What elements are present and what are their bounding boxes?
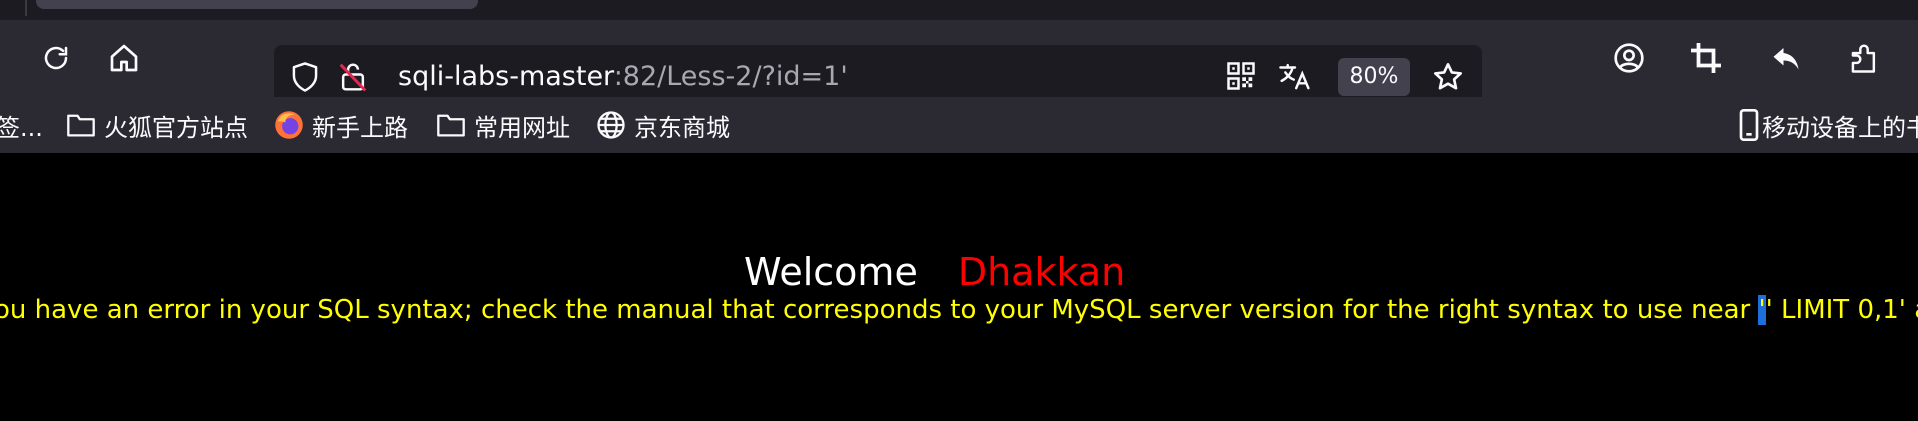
error-text-before: ou have an error in your SQL syntax; che…: [0, 295, 1759, 325]
sql-error-message: ou have an error in your SQL syntax; che…: [0, 295, 1918, 325]
url-path: :82/Less-2/?id=1': [613, 61, 848, 92]
welcome-heading: Welcome Dhakkan: [744, 250, 1125, 294]
page-content: Welcome Dhakkan ou have an error in your …: [0, 153, 1918, 421]
bookmark-item-mobile[interactable]: 移动设备上的书: [1738, 97, 1918, 153]
bookmark-item-truncated[interactable]: 签...: [0, 97, 43, 153]
folder-icon: [66, 112, 96, 138]
bookmark-item-getting-started[interactable]: 新手上路: [274, 97, 408, 153]
welcome-text: Welcome: [744, 250, 918, 294]
bookmark-label: 火狐官方站点: [104, 113, 248, 142]
mobile-icon: [1738, 109, 1760, 141]
shield-icon[interactable]: [286, 58, 324, 96]
firefox-icon: [274, 110, 304, 140]
globe-icon: [596, 110, 626, 140]
browser-tab[interactable]: [36, 0, 478, 9]
bookmark-label: 京东商城: [634, 113, 730, 142]
bookmark-item-firefox-official[interactable]: 火狐官方站点: [66, 97, 248, 153]
bookmark-item-jd[interactable]: 京东商城: [596, 97, 730, 153]
folder-icon: [436, 112, 466, 138]
error-text-after: ' LIMIT 0,1' at line 1: [1765, 295, 1918, 325]
bookmark-label: 签...: [0, 113, 43, 142]
bookmark-label: 移动设备上的书: [1762, 113, 1918, 142]
zoom-level-button[interactable]: 80%: [1338, 58, 1410, 96]
home-icon[interactable]: [104, 38, 144, 78]
url-host: sqli-labs-master: [398, 61, 614, 92]
bookmark-item-common-sites[interactable]: 常用网址: [436, 97, 570, 153]
translate-icon[interactable]: [1274, 57, 1316, 95]
user-name-text: Dhakkan: [957, 250, 1126, 294]
crop-icon[interactable]: [1686, 38, 1726, 78]
star-icon[interactable]: [1428, 57, 1468, 97]
account-icon[interactable]: [1609, 38, 1649, 78]
navigation-toolbar: sqli-labs-master:82/Less-2/?id=1' 80%: [0, 20, 1918, 108]
qr-code-icon[interactable]: [1222, 57, 1260, 95]
undo-icon[interactable]: [1766, 38, 1806, 78]
reload-icon[interactable]: [36, 38, 76, 78]
bookmarks-toolbar: 签... 火狐官方站点 新手上路 常用网址 京东商城 移动设备上的书: [0, 97, 1918, 153]
bookmark-label: 常用网址: [474, 113, 570, 142]
tab-divider: [25, 0, 27, 16]
bookmark-label: 新手上路: [312, 113, 408, 142]
tab-strip: [0, 0, 1918, 20]
insecure-lock-icon[interactable]: [334, 58, 372, 96]
extensions-icon[interactable]: [1844, 38, 1884, 78]
error-text-selection: ': [1758, 295, 1766, 325]
